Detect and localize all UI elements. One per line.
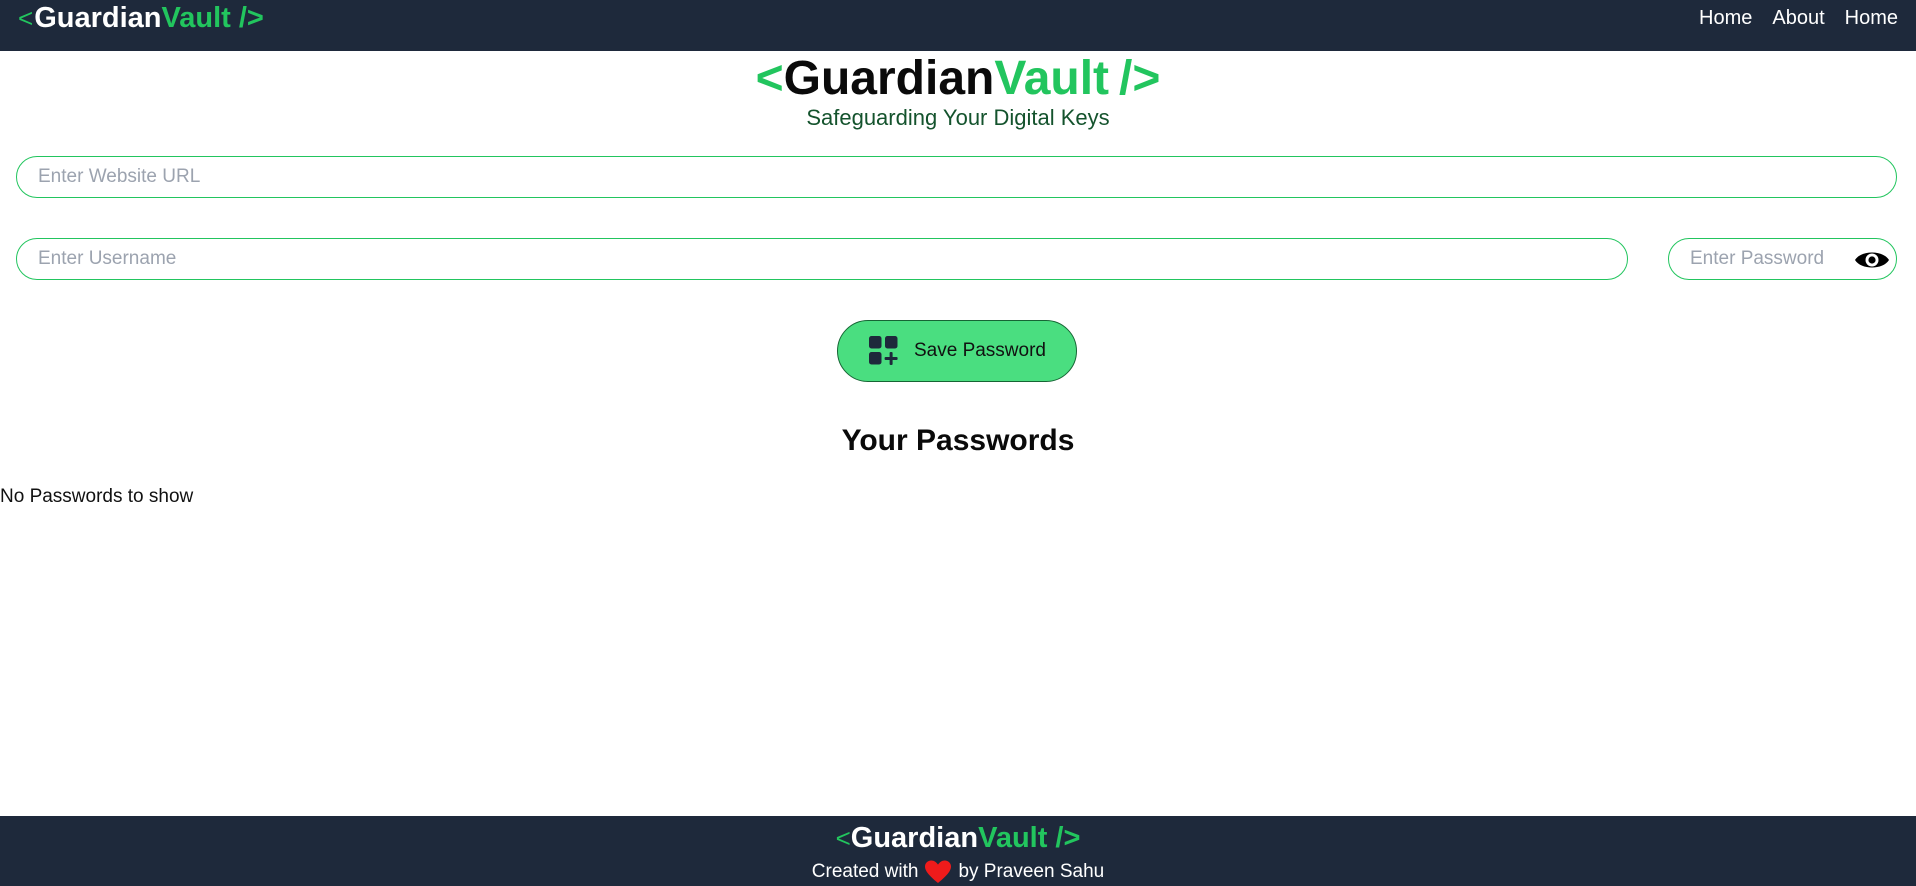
footer: <GuardianVault/> Created with by Praveen… xyxy=(0,816,1916,886)
nav-logo[interactable]: < Guardian Vault/> xyxy=(18,0,264,36)
title-close-bracket: /> xyxy=(1119,52,1161,105)
logo-brand-guardian: Guardian xyxy=(34,1,162,34)
footer-logo-close-bracket: /> xyxy=(1055,822,1081,854)
title-brand-vault: Vault xyxy=(994,52,1110,105)
save-password-button[interactable]: Save Password xyxy=(837,320,1077,382)
logo-brand-vault: Vault xyxy=(161,1,231,34)
logo-close-bracket: /> xyxy=(238,1,264,34)
nav-link-home-2[interactable]: Home xyxy=(1845,7,1898,30)
navbar: < Guardian Vault/> Home About Home xyxy=(0,0,1916,51)
credit-prefix: Created with xyxy=(811,861,919,882)
eye-icon[interactable] xyxy=(1854,245,1890,275)
title-open-bracket: < xyxy=(755,52,784,105)
nav-link-about[interactable]: About xyxy=(1772,7,1824,30)
username-input[interactable] xyxy=(17,239,1627,279)
nav-link-home[interactable]: Home xyxy=(1699,7,1752,30)
password-field xyxy=(1668,238,1897,280)
footer-logo-brand-guardian: Guardian xyxy=(850,822,979,854)
username-field xyxy=(16,238,1628,280)
empty-passwords-message: No Passwords to show xyxy=(0,486,194,507)
passwords-heading: Your Passwords xyxy=(841,424,1075,457)
footer-credit: Created with by Praveen Sahu xyxy=(0,860,1916,884)
page-subtitle: Safeguarding Your Digital Keys xyxy=(806,105,1110,130)
website-url-input[interactable] xyxy=(17,157,1896,197)
title-brand-guardian: Guardian xyxy=(783,52,995,105)
website-url-field xyxy=(16,156,1897,198)
heart-icon xyxy=(925,860,952,883)
credit-suffix: by Praveen Sahu xyxy=(958,861,1105,882)
footer-logo-brand-vault: Vault xyxy=(978,822,1048,854)
save-password-label: Save Password xyxy=(913,340,1046,361)
add-grid-icon xyxy=(868,336,898,365)
footer-logo-open-bracket: < xyxy=(835,823,851,853)
logo-open-bracket: < xyxy=(18,2,34,33)
nav-links: Home About Home xyxy=(1699,0,1898,36)
page-title: <GuardianVault/> xyxy=(0,50,1916,108)
footer-logo: <GuardianVault/> xyxy=(0,822,1916,855)
